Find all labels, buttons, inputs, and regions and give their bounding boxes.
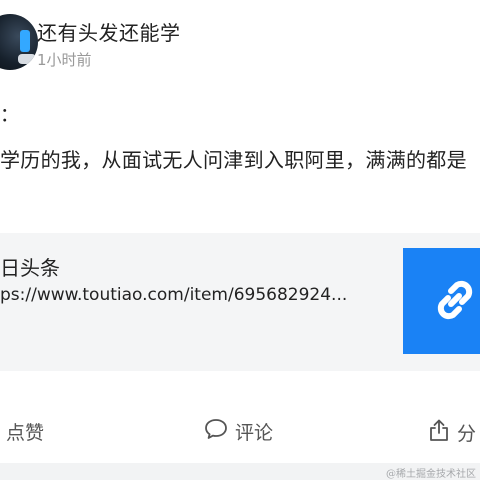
like-label: 点赞 [6,422,45,444]
comment-label: 评论 [235,422,274,444]
avatar[interactable] [0,14,38,70]
avatar-detail [18,54,36,64]
comment-button[interactable]: 评论 [204,418,273,445]
like-button[interactable]: 点赞 [6,418,44,445]
link-thumbnail[interactable] [403,248,480,354]
post-text-line: 学历的我，从面试无人问津到入职阿里，满满的都是 [0,148,467,172]
feed-divider: @稀土掘金技术社区 [0,463,480,480]
post-action-bar: 点赞 评论 分 [0,400,480,462]
share-button[interactable]: 分 [428,418,476,447]
avatar-highlight [20,30,30,52]
share-label: 分 [457,423,477,445]
shared-link-card[interactable]: 日头条 ps://www.toutiao.com/item/695682924.… [0,233,480,371]
share-icon [428,418,450,447]
link-url[interactable]: ps://www.toutiao.com/item/695682924... [0,285,402,305]
author-name[interactable]: 还有头发还能学 [37,17,181,46]
link-icon [437,280,473,320]
post-text-line: ： [0,104,20,126]
link-source-title: 日头条 [0,256,60,280]
comment-icon [204,418,228,445]
watermark: @稀土掘金技术社区 [386,469,476,480]
post-timestamp: 1小时前 [37,51,92,69]
